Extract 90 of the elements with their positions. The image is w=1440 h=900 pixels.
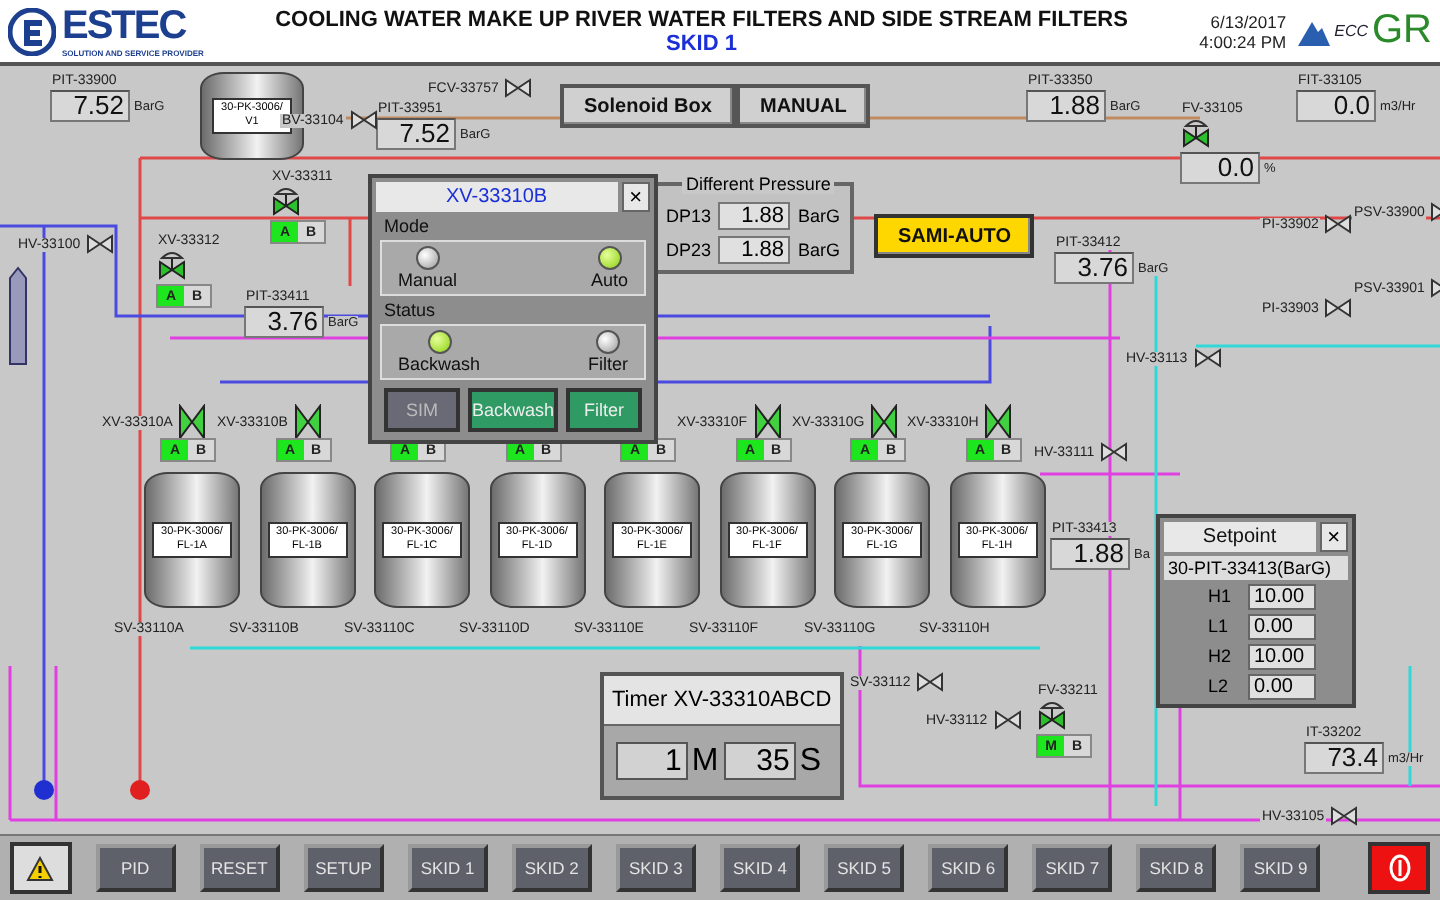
seconds-unit: S <box>799 743 823 779</box>
nav-button[interactable]: SKID 3 <box>615 844 696 892</box>
logo-icon <box>8 7 56 55</box>
value-display: 1.88 <box>1050 538 1130 570</box>
valve-icon <box>984 404 1013 440</box>
nav-button[interactable]: SETUP <box>303 844 384 892</box>
dialog-title: Setpoint <box>1164 522 1316 552</box>
setpoint-field[interactable]: 0.00 <box>1248 674 1316 700</box>
dialog-title: XV-33310B <box>376 182 618 212</box>
valve-icon <box>1036 700 1068 732</box>
partner-logo-text: ECC <box>1334 22 1368 40</box>
hand-valve-icon <box>86 234 115 254</box>
value-display: 1.88 <box>718 236 790 264</box>
value-display: 3.76 <box>244 306 324 338</box>
nav-button[interactable]: SKID 4 <box>719 844 801 892</box>
indicator-lamp[interactable] <box>597 246 622 270</box>
logo-text: ESTEC <box>62 4 188 48</box>
mode-button[interactable]: SAMI-AUTO <box>874 214 1035 258</box>
mode-button[interactable]: Solenoid Box <box>560 84 736 128</box>
minutes-unit: M <box>691 743 720 779</box>
minutes-display: 1 <box>615 742 688 780</box>
hand-valve-icon <box>1324 214 1353 234</box>
hand-valve-icon <box>993 710 1022 730</box>
valve-icon <box>270 186 302 218</box>
hand-valve-icon <box>1330 806 1359 826</box>
valve-icon <box>753 404 782 440</box>
indicator-lamp[interactable] <box>415 246 440 270</box>
seconds-display: 35 <box>723 742 796 780</box>
alarm-button[interactable] <box>10 842 72 894</box>
value-display: 1.88 <box>1026 90 1106 122</box>
setpoint-label: H2 <box>1208 646 1232 668</box>
screen-subtitle: SKID 1 <box>666 31 737 55</box>
nav-button[interactable]: SKID 2 <box>511 844 592 892</box>
hand-valve-icon <box>504 78 533 98</box>
nav-button[interactable]: RESET <box>199 844 280 892</box>
value-display: 0.0 <box>1180 152 1260 184</box>
mode-button[interactable]: MANUAL <box>736 84 871 128</box>
pressure-label: DP23 <box>666 240 710 260</box>
lamp-label: Filter <box>588 354 628 374</box>
lamp-label: Auto <box>590 270 628 290</box>
value-display: 7.52 <box>50 90 130 122</box>
setpoint-label: L2 <box>1208 676 1231 698</box>
nav-button[interactable]: SKID 6 <box>928 844 1009 892</box>
value-display: 1.88 <box>718 202 790 230</box>
power-button[interactable] <box>1368 842 1430 894</box>
hand-valve-icon <box>349 110 378 130</box>
nav-button[interactable]: SKID 5 <box>824 844 905 892</box>
close-button[interactable]: × <box>621 182 650 212</box>
unit-label: BarG <box>798 240 841 260</box>
unit-label: BarG <box>798 206 841 226</box>
value-display: 7.52 <box>376 118 456 150</box>
section-label: Status <box>382 300 438 320</box>
value-display: 3.76 <box>1054 252 1134 284</box>
warning-icon <box>26 855 55 881</box>
setpoint-field[interactable]: 0.00 <box>1248 614 1316 640</box>
mountain-icon <box>1298 17 1331 45</box>
value-display: 0.0 <box>1296 90 1376 122</box>
valve-icon <box>870 404 899 440</box>
valve-icon <box>293 404 322 440</box>
inlet-marker-icon <box>8 266 28 366</box>
screen-title: COOLING WATER MAKE UP RIVER WATER FILTERS AND SIDE STREAM FILTERS <box>275 7 1128 31</box>
nav-button[interactable]: SKID 8 <box>1136 844 1217 892</box>
pressure-label: DP13 <box>666 206 710 226</box>
nav-button[interactable]: SKID 7 <box>1032 844 1113 892</box>
hand-valve-icon <box>916 672 945 692</box>
hand-valve-icon <box>1100 442 1129 462</box>
setpoint-tag: 30-PIT-33413(BarG) <box>1164 556 1348 580</box>
setpoint-field[interactable]: 10.00 <box>1248 644 1316 670</box>
hand-valve-icon <box>1193 348 1222 368</box>
date-text: 6/13/2017 <box>1210 11 1287 31</box>
valve-icon <box>178 404 207 440</box>
value-display: 73.4 <box>1304 742 1384 774</box>
setpoint-label: H1 <box>1208 586 1232 608</box>
partner-mark: GR <box>1372 8 1432 54</box>
setpoint-label: L1 <box>1208 616 1231 638</box>
nav-button[interactable]: PID <box>95 844 176 892</box>
power-icon <box>1387 854 1412 882</box>
valve-icon <box>1180 118 1212 150</box>
nav-button[interactable]: SKID 9 <box>1240 844 1321 892</box>
section-label: Mode <box>382 216 432 236</box>
group-title: Different Pressure <box>682 174 835 194</box>
lamp-label: Backwash <box>398 354 481 374</box>
close-button[interactable]: × <box>1319 522 1348 552</box>
hand-valve-icon <box>1324 298 1353 318</box>
nav-button[interactable]: SKID 1 <box>407 844 488 892</box>
valve-icon <box>156 250 188 282</box>
time-text: 4:00:24 PM <box>1199 31 1287 51</box>
lamp-label: Manual <box>398 270 458 290</box>
timer-title: Timer XV-33310ABCD <box>604 676 840 726</box>
setpoint-field[interactable]: 10.00 <box>1248 584 1316 610</box>
